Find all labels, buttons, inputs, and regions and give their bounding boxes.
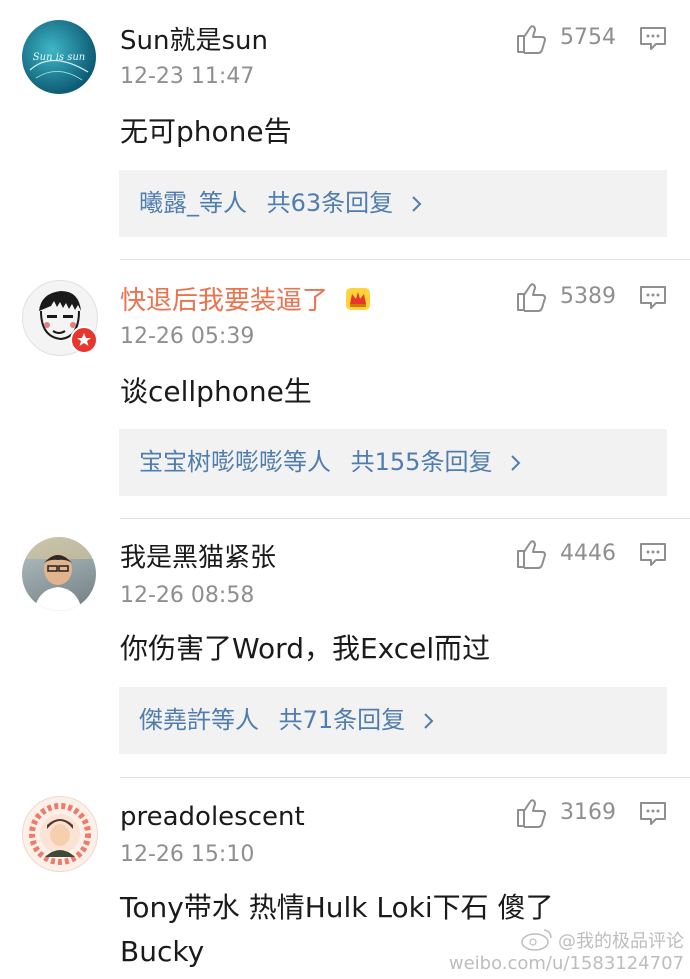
watermark-url: weibo.com/u/1583124707 (448, 953, 684, 974)
reply-count: 共63条回复 (266, 189, 394, 217)
reply-count: 共71条回复 (278, 706, 406, 734)
watermark: @我的极品评论 weibo.com/u/1583124707 (449, 927, 684, 975)
verified-badge (70, 326, 98, 354)
comment-item: 我是黑猫紧张 12-26 08:58 4446 你伤害了Word，我Excel而… (0, 519, 690, 778)
avatar[interactable] (22, 796, 98, 872)
comment-item: 快退后我要装逼了 12-26 05:39 5389 谈cellphone生 宝宝… (0, 260, 690, 519)
comment-icon[interactable] (638, 541, 668, 569)
thumbs-up-icon[interactable] (514, 22, 548, 56)
watermark-handle: @我的极品评论 (449, 927, 684, 953)
avatar-image (22, 537, 96, 611)
chevron-right-icon (511, 455, 521, 471)
timestamp: 12-26 15:10 (120, 842, 255, 867)
avatar-image: Sun is sun (29, 52, 89, 81)
chevron-right-icon (424, 713, 434, 729)
username[interactable]: Sun就是sun (120, 26, 268, 56)
comment-text: 无可phone告 (120, 115, 292, 148)
username-text: 快退后我要装逼了 (120, 286, 329, 316)
comment-icon[interactable] (638, 800, 668, 828)
weibo-logo-icon (521, 929, 552, 951)
like-count: 4446 (560, 541, 616, 566)
comment-item: Sun is sun Sun就是sun 12-23 11:47 5754 无可p… (0, 0, 690, 260)
avatar-image (29, 803, 91, 865)
reply-count: 共155条回复 (350, 448, 493, 476)
reply-summary[interactable]: 曦露_等人 共63条回复 (119, 170, 667, 237)
thumbs-up-icon[interactable] (514, 796, 548, 830)
chevron-right-icon (412, 196, 422, 212)
thumbs-up-icon[interactable] (514, 537, 548, 571)
comment-icon[interactable] (638, 284, 668, 312)
reply-names: 傑堯許等人 (139, 706, 259, 734)
like-count: 3169 (560, 800, 616, 825)
timestamp: 12-23 11:47 (120, 64, 255, 89)
crown-icon (346, 288, 371, 310)
reply-names: 曦露_等人 (139, 189, 247, 217)
like-count: 5389 (560, 284, 616, 309)
reply-summary[interactable]: 傑堯許等人 共71条回复 (119, 687, 667, 754)
timestamp: 12-26 08:58 (120, 583, 255, 608)
avatar[interactable]: Sun is sun (22, 20, 96, 94)
comment-text: 你伤害了Word，我Excel而过 (120, 632, 491, 665)
reply-names: 宝宝树嘭嘭嘭等人 (139, 448, 331, 476)
like-count: 5754 (560, 25, 616, 50)
thumbs-up-icon[interactable] (514, 280, 548, 314)
avatar-caption: Sun is sun (33, 52, 85, 63)
username[interactable]: 快退后我要装逼了 (120, 286, 372, 316)
username[interactable]: preadolescent (120, 802, 305, 832)
timestamp: 12-26 05:39 (120, 324, 255, 349)
comment-text: 谈cellphone生 (120, 375, 312, 408)
username[interactable]: 我是黑猫紧张 (120, 543, 276, 573)
avatar[interactable] (22, 537, 96, 611)
reply-summary[interactable]: 宝宝树嘭嘭嘭等人 共155条回复 (119, 429, 667, 496)
comment-icon[interactable] (638, 25, 668, 53)
